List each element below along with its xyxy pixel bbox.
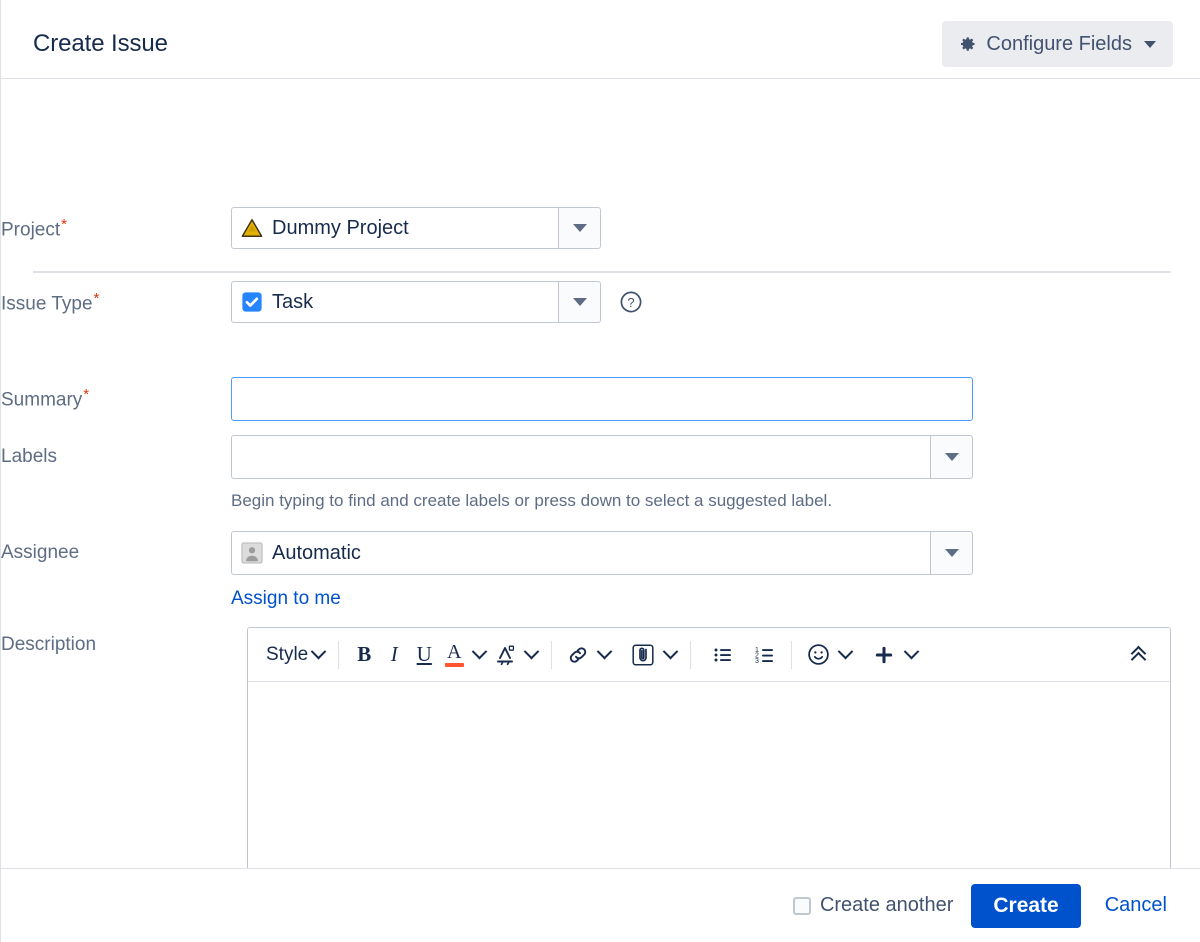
collapse-toolbar-button[interactable] (1124, 640, 1154, 670)
configure-fields-label: Configure Fields (986, 32, 1132, 56)
form-body: Project* Dummy Project (1, 79, 1200, 868)
labels-label: Labels (1, 446, 57, 467)
double-chevron-up-icon (1131, 648, 1147, 662)
assign-to-me-link[interactable]: Assign to me (231, 587, 341, 611)
cancel-button[interactable]: Cancel (1099, 893, 1173, 918)
chevron-down-icon (1144, 41, 1156, 48)
clear-formatting-button[interactable] (489, 638, 521, 672)
question-circle-icon: ? (619, 290, 643, 314)
clear-formatting-icon (493, 643, 517, 667)
toolbar-separator (791, 641, 792, 669)
attachment-dropdown-button[interactable] (660, 638, 680, 672)
create-issue-dialog: Create Issue Configure Fields Project* (0, 0, 1200, 942)
field-labels: Labels Begin typing to find and create l… (1, 435, 1200, 512)
summary-label: Summary (1, 389, 82, 410)
svg-text:?: ? (627, 295, 634, 310)
insert-more-button[interactable] (867, 638, 901, 672)
numbered-list-icon: 1 2 3 (753, 643, 777, 667)
section-divider (33, 271, 1171, 273)
issue-type-label: Issue Type (1, 293, 93, 314)
project-required-marker: * (61, 216, 67, 233)
summary-required-marker: * (83, 386, 89, 403)
issue-type-select[interactable]: Task (231, 281, 601, 323)
plus-icon (871, 642, 897, 668)
project-dropdown-arrow[interactable] (558, 208, 600, 248)
project-value: Dummy Project (272, 216, 409, 240)
assignee-select[interactable]: Automatic (231, 531, 973, 575)
labels-help-text: Begin typing to find and create labels o… (231, 490, 973, 512)
page-title: Create Issue (33, 29, 168, 59)
avatar-placeholder-icon (241, 542, 263, 564)
checkbox-box[interactable] (793, 897, 811, 915)
toolbar-separator (551, 641, 552, 669)
underline-button[interactable]: U (409, 638, 439, 672)
bullet-list-button[interactable] (707, 638, 739, 672)
emoji-button[interactable] (802, 638, 835, 672)
chevron-down-icon (596, 644, 612, 660)
insert-more-dropdown-button[interactable] (901, 638, 921, 672)
assignee-value: Automatic (272, 541, 361, 565)
dialog-header: Create Issue Configure Fields (1, 0, 1200, 79)
description-editor: Style B I U A (247, 627, 1171, 868)
chevron-down-icon (945, 549, 959, 557)
style-dropdown-label: Style (266, 644, 308, 666)
smiley-icon (806, 642, 831, 667)
link-dropdown-button[interactable] (594, 638, 614, 672)
chevron-down-icon (837, 644, 853, 660)
chevron-down-icon (903, 644, 919, 660)
assignee-dropdown-arrow[interactable] (930, 532, 972, 574)
issue-type-dropdown-arrow[interactable] (558, 282, 600, 322)
bold-button[interactable]: B (349, 638, 379, 672)
chevron-down-icon (945, 453, 959, 461)
field-project: Project* Dummy Project (1, 207, 1200, 249)
chevron-down-icon (471, 644, 487, 660)
text-color-icon: A (445, 643, 464, 667)
labels-input[interactable] (241, 437, 972, 477)
summary-input[interactable] (231, 377, 973, 421)
project-select[interactable]: Dummy Project (231, 207, 601, 249)
chevron-down-icon (662, 644, 678, 660)
chevron-down-icon (311, 644, 327, 660)
style-dropdown-button[interactable]: Style (262, 638, 328, 672)
create-another-checkbox[interactable]: Create another (793, 894, 953, 917)
project-warning-triangle-icon (241, 217, 263, 239)
text-color-dropdown-button[interactable] (469, 638, 489, 672)
bullet-list-icon (711, 643, 735, 667)
attachment-button[interactable] (626, 638, 660, 672)
chevron-down-icon (573, 224, 587, 232)
italic-button[interactable]: I (379, 638, 409, 672)
create-button[interactable]: Create (971, 884, 1080, 928)
issue-type-help-button[interactable]: ? (619, 281, 643, 323)
project-label: Project (1, 219, 60, 240)
link-button[interactable] (562, 638, 594, 672)
labels-dropdown-arrow[interactable] (930, 436, 972, 478)
link-icon (566, 643, 590, 667)
gear-icon (957, 34, 977, 54)
description-textarea[interactable] (248, 682, 1170, 868)
issue-type-value: Task (272, 290, 313, 314)
issue-type-required-marker: * (94, 290, 100, 307)
create-another-label: Create another (820, 894, 953, 917)
chevron-down-icon (573, 298, 587, 306)
text-color-button[interactable]: A (439, 638, 469, 672)
assignee-label: Assignee (1, 542, 79, 563)
paperclip-icon (630, 642, 656, 668)
field-assignee: Assignee Automatic (1, 531, 1200, 611)
description-label: Description (1, 634, 96, 655)
clear-formatting-dropdown-button[interactable] (521, 638, 541, 672)
toolbar-separator (338, 641, 339, 669)
field-issue-type: Issue Type* Task (1, 281, 1200, 323)
numbered-list-button[interactable]: 1 2 3 (749, 638, 781, 672)
editor-toolbar: Style B I U A (248, 628, 1170, 682)
dialog-footer: Create another Create Cancel (1, 868, 1200, 942)
svg-text:3: 3 (755, 658, 759, 665)
toolbar-separator (690, 641, 691, 669)
labels-select[interactable] (231, 435, 973, 479)
configure-fields-button[interactable]: Configure Fields (942, 21, 1173, 67)
chevron-down-icon (523, 644, 539, 660)
emoji-dropdown-button[interactable] (835, 638, 855, 672)
field-summary: Summary* (1, 377, 1200, 421)
task-checkbox-icon (241, 291, 263, 313)
